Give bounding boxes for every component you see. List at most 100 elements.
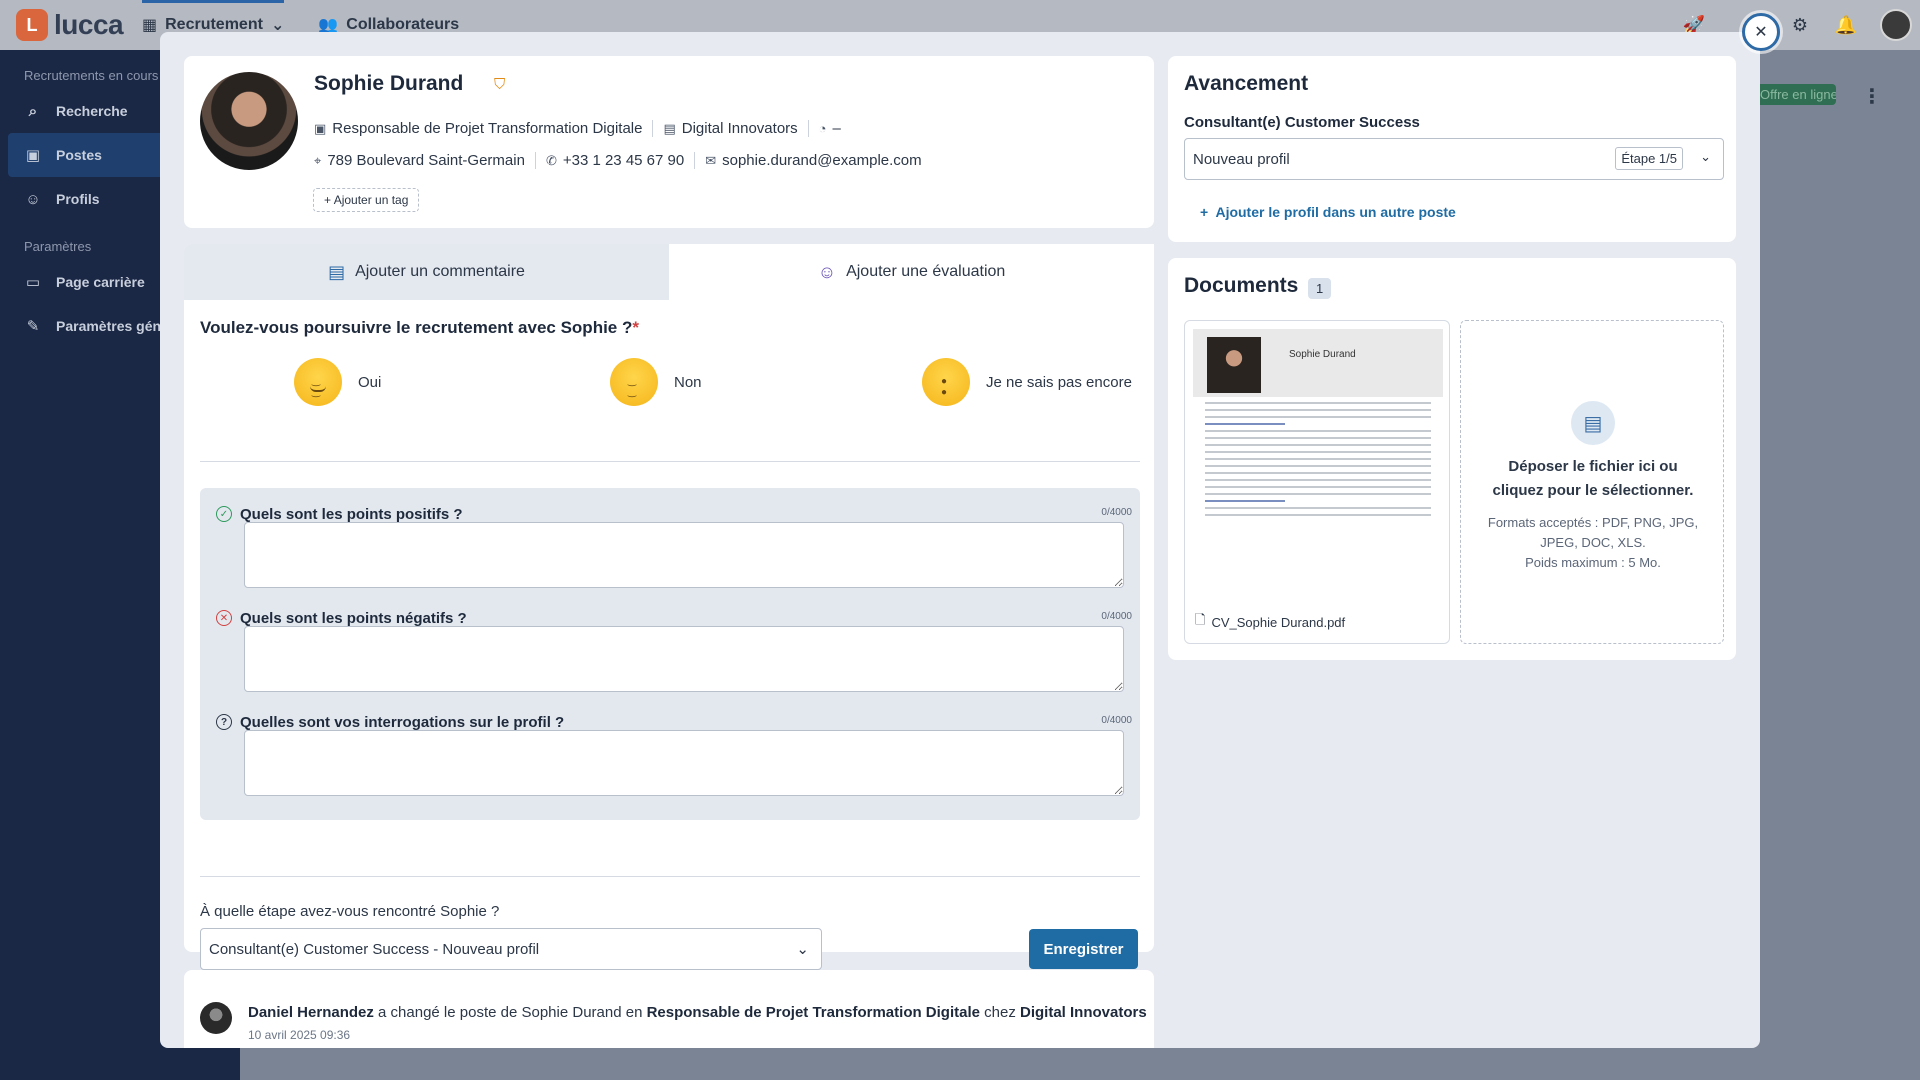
max-size: Poids maximum : 5 Mo. [1525,555,1661,570]
eyes: ‿ ‿ [627,376,641,398]
address-text: 789 Boulevard Saint-Germain [327,152,525,169]
preview-line [1205,416,1431,418]
email: ✉ sophie.durand@example.com [705,152,931,169]
candidate-photo [200,72,298,170]
history-text: a changé le poste de Sophie Durand en [373,1004,647,1021]
tab-evaluation[interactable]: ☺ Ajouter une évaluation [669,244,1154,300]
choice-non[interactable]: ‿ ‿ Non [610,358,702,406]
shield-icon: ⛉ [494,76,506,93]
preview-line [1205,402,1431,404]
required-mark: * [632,318,639,337]
status-badge: Offre en ligne [1752,84,1836,105]
divider [200,461,1140,462]
preview-line [1205,514,1431,516]
candidate-modal: Sophie Durand ⛉ ▣ Responsable de Projet T… [160,32,1760,1048]
company: ▤ Digital Innovators [663,120,809,137]
choice-label: Oui [358,373,382,391]
history-author: Daniel Hernandez [248,1004,374,1021]
history-job: Responsable de Projet Transformation Dig… [646,1004,980,1021]
plus-icon: + [324,193,332,207]
tab-comment[interactable]: ▤ Ajouter un commentaire [184,244,669,300]
documents-count: 1 [1308,278,1332,299]
document-filename[interactable]: 🗋 CV_Sophie Durand.pdf [1195,611,1345,633]
tab-label: Ajouter une évaluation [846,263,1006,280]
tabs: ▤ Ajouter un commentaire ☺ Ajouter une é… [184,244,1154,300]
surprised-chick-icon: ● ● [922,358,970,406]
salary: ◔ – [819,120,851,137]
sidebar-item-label: Recherche [56,103,128,119]
phone: ✆ +33 1 23 45 67 90 [545,152,696,169]
stage-select-value: Consultant(e) Customer Success - Nouveau… [209,940,540,958]
qa-label-text: Quels sont les points positifs ? [240,505,463,523]
close-icon: ✕ [1754,24,1768,41]
preview-line [1205,409,1431,411]
email-text[interactable]: sophie.durand@example.com [722,152,922,169]
negative-points: ✕ Quels sont les points négatifs ? 0/400… [216,608,1132,692]
file-dropzone[interactable]: ▤ Déposer le fichier ici ou cliquez pour… [1460,320,1724,644]
preview-line [1205,472,1431,474]
kebab-icon[interactable]: ⋮ [1862,84,1882,109]
gear-icon[interactable]: ⚙ [1788,13,1812,37]
preview-line [1205,451,1431,453]
location-icon: ⌖ [314,152,322,168]
preview-photo [1207,337,1261,393]
preview-line [1205,486,1431,488]
dropzone-title: Déposer le fichier ici ou cliquez pour l… [1492,458,1694,499]
file-upload-icon: ▤ [1571,401,1615,445]
history-text: chez [979,1004,1021,1021]
add-tag-label: Ajouter un tag [333,193,409,207]
choice-unsure[interactable]: ● ● Je ne sais pas encore [922,358,1132,406]
dropzone-info: Formats acceptés : PDF, PNG, JPG, JPEG, … [1471,513,1715,573]
sad-chick-icon: ‿ ‿ [610,358,658,406]
preview-line [1205,493,1431,495]
salary-text: – [832,120,841,137]
documents-title: Documents [1184,274,1299,297]
preview-line [1205,444,1431,446]
bell-icon[interactable]: 🔔 [1834,13,1858,37]
file-icon: 🗋 [1195,612,1206,627]
preview-header: Sophie Durand [1193,329,1443,397]
add-to-other-position-link[interactable]: + Ajouter le profil dans un autre poste [1200,204,1456,220]
preview-heading-line [1205,500,1285,502]
smiley-icon: ☺ [817,261,837,282]
user-avatar[interactable] [1880,9,1912,41]
evaluation-questions: ✓ Quels sont les points positifs ? 0/400… [200,488,1140,820]
search-icon: ⌕ [28,102,38,120]
phone-icon: ✆ [545,152,557,168]
x-circle-icon: ✕ [216,610,232,626]
choice-oui[interactable]: ‿ ‿ Oui [294,358,381,406]
building-icon: ▤ [663,120,676,136]
step-badge: Étape 1/5 [1615,147,1683,170]
positive-points: ✓ Quels sont les points positifs ? 0/400… [216,504,1132,588]
lucca-logo[interactable]: L lucca [16,9,124,41]
plus-icon: + [1200,204,1209,220]
profile-questions: ? Quelles sont vos interrogations sur le… [216,712,1132,796]
preview-line [1205,430,1431,432]
save-button[interactable]: Enregistrer [1029,929,1138,969]
history-company: Digital Innovators [1020,1004,1147,1021]
happy-chick-icon: ‿ ‿ [294,358,342,406]
add-tag-button[interactable]: + Ajouter un tag [313,188,420,212]
eyes: ● ● [940,376,952,398]
history-date: 10 avril 2025 09:36 [248,1028,351,1042]
close-modal-button[interactable]: ✕ [1742,13,1780,51]
preview-name: Sophie Durand [1289,349,1356,360]
profile-questions-input[interactable] [244,730,1124,796]
phone-text[interactable]: +33 1 23 45 67 90 [563,152,684,169]
status-select[interactable]: Nouveau profil Étape 1/5 ⌄ [1184,138,1724,180]
document-thumbnail[interactable]: Sophie Durand 🗋 CV_Sophie Durand.pdf [1184,320,1450,644]
history-card: Daniel Hernandez a changé le poste de So… [184,970,1154,1048]
qa-label: ✓ Quels sont les points positifs ? [216,504,1126,524]
user-icon: ☺ [25,190,41,208]
author-avatar [200,1002,232,1034]
positive-points-input[interactable] [244,522,1124,588]
laptop-icon: ▭ [25,274,41,291]
filename-text: CV_Sophie Durand.pdf [1211,614,1346,630]
check-circle-icon: ✓ [216,506,232,522]
char-counter: 0/4000 [1101,611,1132,622]
documents-card: Documents 1 Sophie Durand 🗋 CV_Sophie Du… [1168,258,1736,660]
negative-points-input[interactable] [244,626,1124,692]
logo-icon: L [16,9,48,41]
company-text: Digital Innovators [681,120,798,137]
stage-select[interactable]: Consultant(e) Customer Success - Nouveau… [200,928,822,970]
